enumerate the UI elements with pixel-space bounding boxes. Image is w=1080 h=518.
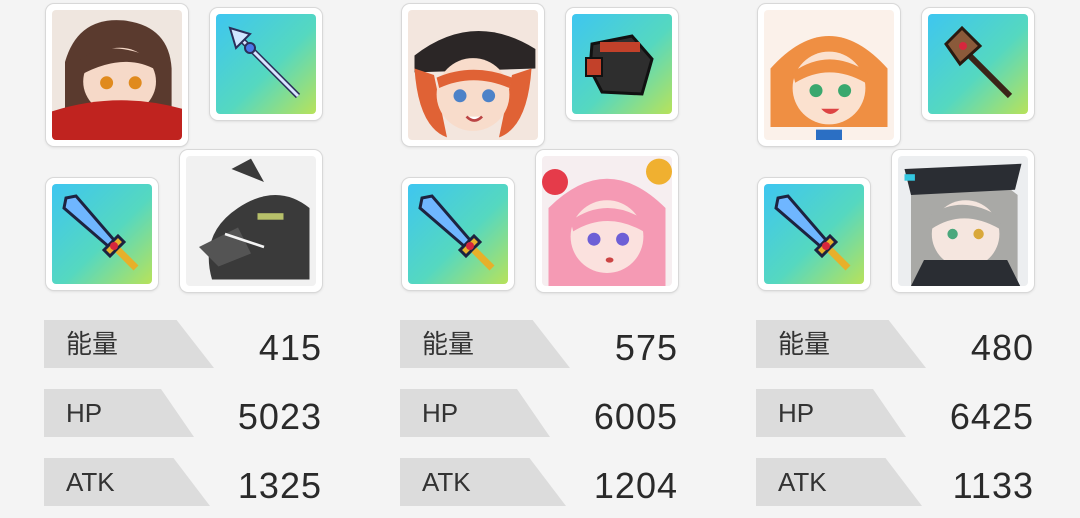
silver-haired-girl-portrait-icon — [898, 156, 1028, 286]
axe-weapon-icon — [928, 14, 1028, 114]
stat-label: HP — [422, 398, 459, 428]
stat-label: HP — [66, 398, 103, 428]
stat-label: ATK — [422, 467, 471, 497]
sword-weapon-icon — [408, 184, 508, 284]
stat-row-hp: HP 5023 — [44, 389, 324, 437]
stat-label: ATK — [66, 467, 115, 497]
stat-value: 1325 — [237, 465, 322, 506]
stat-value: 6425 — [949, 396, 1034, 437]
stat-value: 480 — [970, 327, 1034, 368]
stat-value: 6005 — [593, 396, 678, 437]
stat-value: 575 — [614, 327, 678, 368]
team-1: 能量 415 HP 5023 ATK 1325 — [44, 0, 344, 518]
stat-row-hp: HP 6005 — [400, 389, 680, 437]
stat-row-energy: 能量 415 — [44, 320, 324, 368]
orange-haired-girl-portrait-icon — [764, 10, 894, 140]
stat-row-hp: HP 6425 — [756, 389, 1036, 437]
character-portrait-1[interactable] — [46, 4, 188, 146]
stat-label: ATK — [778, 467, 827, 497]
weapon-slot-2[interactable] — [46, 178, 158, 290]
character-portrait-1[interactable] — [758, 4, 900, 146]
stat-label: HP — [778, 398, 815, 428]
pink-haired-girl-portrait-icon — [542, 156, 672, 286]
character-portrait-2[interactable] — [180, 150, 322, 292]
stat-value: 1133 — [952, 465, 1034, 506]
stat-row-atk: ATK 1204 — [400, 458, 680, 506]
gauntlet-weapon-icon — [572, 14, 672, 114]
brown-haired-girl-portrait-icon — [52, 10, 182, 140]
character-portrait-1[interactable] — [402, 4, 544, 146]
stat-value: 5023 — [237, 396, 322, 437]
team-2: 能量 575 HP 6005 ATK 1204 — [400, 0, 700, 518]
stat-label: 能量 — [422, 329, 475, 359]
stat-label: 能量 — [778, 329, 831, 359]
weapon-slot-1[interactable] — [922, 8, 1034, 120]
weapon-slot-2[interactable] — [402, 178, 514, 290]
stat-row-atk: ATK 1325 — [44, 458, 324, 506]
team-3: 能量 480 HP 6425 ATK 1133 — [756, 0, 1056, 518]
character-portrait-2[interactable] — [892, 150, 1034, 292]
character-portrait-2[interactable] — [536, 150, 678, 292]
spear-weapon-icon — [216, 14, 316, 114]
sword-weapon-icon — [52, 184, 152, 284]
stat-row-energy: 能量 480 — [756, 320, 1036, 368]
stat-row-energy: 能量 575 — [400, 320, 680, 368]
stat-row-atk: ATK 1133 — [756, 458, 1036, 506]
weapon-slot-2[interactable] — [758, 178, 870, 290]
black-dragon-portrait-icon — [186, 156, 316, 286]
stat-label: 能量 — [66, 329, 119, 359]
stat-value: 1204 — [593, 465, 678, 506]
red-haired-witch-portrait-icon — [408, 10, 538, 140]
sword-weapon-icon — [764, 184, 864, 284]
weapon-slot-1[interactable] — [566, 8, 678, 120]
stat-value: 415 — [258, 327, 322, 368]
weapon-slot-1[interactable] — [210, 8, 322, 120]
